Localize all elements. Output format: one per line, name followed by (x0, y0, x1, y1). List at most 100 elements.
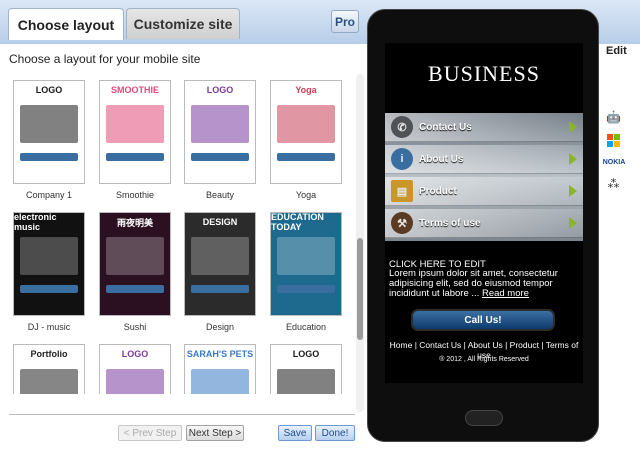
layout-name: DJ - music (27, 322, 71, 332)
thumbnail-title: LOGO (206, 85, 234, 95)
layout-thumbnail[interactable]: DESIGN (184, 212, 256, 316)
layout-name: Company 1 (25, 190, 73, 200)
pro-button[interactable]: Pro (331, 10, 359, 33)
thumbnail-title: electronic music (14, 212, 57, 232)
chevron-right-icon (569, 121, 577, 133)
thumbnail-image (277, 105, 335, 143)
layout-card[interactable]: EDUCATION TODAY Education (266, 212, 346, 332)
blackberry-icon[interactable]: ⁂ (605, 176, 622, 191)
menu-item-product[interactable]: ▤ Product (385, 177, 583, 206)
thumbnail-title: DESIGN (202, 217, 238, 227)
thumbnail-image (20, 105, 78, 143)
phone-icon: ✆ (391, 116, 413, 138)
chevron-right-icon (569, 153, 577, 165)
next-step-button[interactable]: Next Step > (186, 425, 244, 441)
apple-icon[interactable] (605, 83, 622, 98)
thumbnail-button (277, 285, 335, 293)
layout-name: Yoga (295, 190, 317, 200)
layout-grid: LOGO Company 1 SMOOTHIE Smoothie LOGO Beauty Y… (9, 72, 353, 394)
edit-label[interactable]: Edit (606, 45, 627, 57)
thumbnail-button (277, 153, 335, 161)
layout-card[interactable]: SARAH'S PETS (180, 344, 260, 394)
layout-thumbnail[interactable]: SMOOTHIE (99, 80, 171, 184)
scrollbar-thumb[interactable] (357, 238, 363, 340)
thumbnail-button (20, 153, 78, 161)
layout-card[interactable]: DESIGN Design (180, 212, 260, 332)
prev-step-button[interactable]: < Prev Step (118, 425, 182, 441)
site-menu: ✆ Contact Us i About Us ▤ Product ⚒ Term… (385, 113, 583, 241)
layout-name: Education (285, 322, 327, 332)
nokia-icon[interactable]: NOKIA (601, 155, 627, 170)
divider (9, 414, 355, 415)
site-title: BUSINESS (428, 61, 540, 86)
call-us-button[interactable]: Call Us! (411, 309, 555, 331)
thumbnail-button (191, 285, 249, 293)
layout-name: Smoothie (115, 190, 155, 200)
thumbnail-title: Portfolio (30, 349, 68, 359)
thumbnail-title: SMOOTHIE (110, 85, 159, 95)
chevron-right-icon (569, 217, 577, 229)
windows-icon[interactable] (605, 133, 622, 148)
layout-thumbnail[interactable]: 雨夜明美 (99, 212, 171, 316)
thumbnail-image (277, 237, 335, 275)
layout-card[interactable]: LOGO (95, 344, 175, 394)
thumbnail-title: Yoga (295, 85, 317, 95)
thumbnail-image (191, 237, 249, 275)
thumbnail-image (277, 369, 335, 394)
gold-bars-icon: ▤ (391, 180, 413, 202)
copyright: ® 2012 , All Rights Reserved (439, 356, 529, 363)
thumbnail-title: SARAH'S PETS (186, 349, 254, 359)
layout-thumbnail[interactable]: Yoga (270, 80, 342, 184)
layout-thumbnail[interactable]: SARAH'S PETS (184, 344, 256, 394)
layout-thumbnail[interactable]: Portfolio (13, 344, 85, 394)
layout-thumbnail[interactable]: LOGO (184, 80, 256, 184)
layout-card[interactable]: LOGO Beauty (180, 80, 260, 200)
menu-item-about-us[interactable]: i About Us (385, 145, 583, 174)
layout-thumbnail[interactable]: electronic music (13, 212, 85, 316)
layout-card[interactable]: LOGO Company 1 (9, 80, 89, 200)
layout-thumbnail[interactable]: EDUCATION TODAY (270, 212, 342, 316)
thumbnail-button (106, 285, 164, 293)
thumbnail-button (106, 153, 164, 161)
menu-item-terms-of-use[interactable]: ⚒ Terms of use (385, 209, 583, 238)
layout-thumbnail[interactable]: LOGO (13, 80, 85, 184)
thumbnail-image (191, 369, 249, 394)
thumbnail-button (191, 153, 249, 161)
menu-item-label: Terms of use (419, 217, 481, 229)
tab-customize-site[interactable]: Customize site (126, 8, 240, 39)
layout-card[interactable]: LOGO (266, 344, 346, 394)
intro-text: Choose a layout for your mobile site (9, 52, 201, 66)
layout-thumbnail[interactable]: LOGO (99, 344, 171, 394)
chevron-right-icon (569, 185, 577, 197)
layout-card[interactable]: Yoga Yoga (266, 80, 346, 200)
menu-item-contact-us[interactable]: ✆ Contact Us (385, 113, 583, 142)
phone-screen[interactable]: BUSINESS ✆ Contact Us i About Us ▤ Produ… (385, 43, 583, 383)
body-text: Lorem ipsum dolor sit amet, consectetur … (389, 269, 579, 299)
layout-card[interactable]: 雨夜明美 Sushi (95, 212, 175, 332)
thumbnail-title: EDUCATION TODAY (271, 212, 324, 232)
layout-card[interactable]: Portfolio (9, 344, 89, 394)
layout-name: Sushi (123, 322, 147, 332)
thumbnail-image (20, 369, 78, 394)
thumbnail-image (106, 105, 164, 143)
thumbnail-image (106, 237, 164, 275)
lorem-text: Lorem ipsum dolor sit amet, consectetur … (389, 268, 558, 299)
read-more-link[interactable]: Read more (482, 288, 529, 299)
layout-name: Beauty (205, 190, 235, 200)
phone-preview: BUSINESS ✆ Contact Us i About Us ▤ Produ… (367, 9, 599, 442)
thumbnail-title: LOGO (121, 349, 149, 359)
done-button[interactable]: Done! (315, 425, 355, 441)
menu-item-label: Product (419, 185, 457, 197)
android-icon[interactable]: 🤖 (605, 109, 622, 124)
thumbnail-title: 雨夜明美 (116, 217, 153, 228)
thumbnail-button (20, 285, 78, 293)
thumbnail-image (191, 105, 249, 143)
thumbnail-image (106, 369, 164, 394)
tab-choose-layout[interactable]: Choose layout (8, 8, 124, 40)
gavel-icon: ⚒ (391, 212, 413, 234)
layout-card[interactable]: electronic music DJ - music (9, 212, 89, 332)
layout-card[interactable]: SMOOTHIE Smoothie (95, 80, 175, 200)
layout-thumbnail[interactable]: LOGO (270, 344, 342, 394)
save-button[interactable]: Save (278, 425, 312, 441)
menu-item-label: Contact Us (419, 121, 472, 133)
